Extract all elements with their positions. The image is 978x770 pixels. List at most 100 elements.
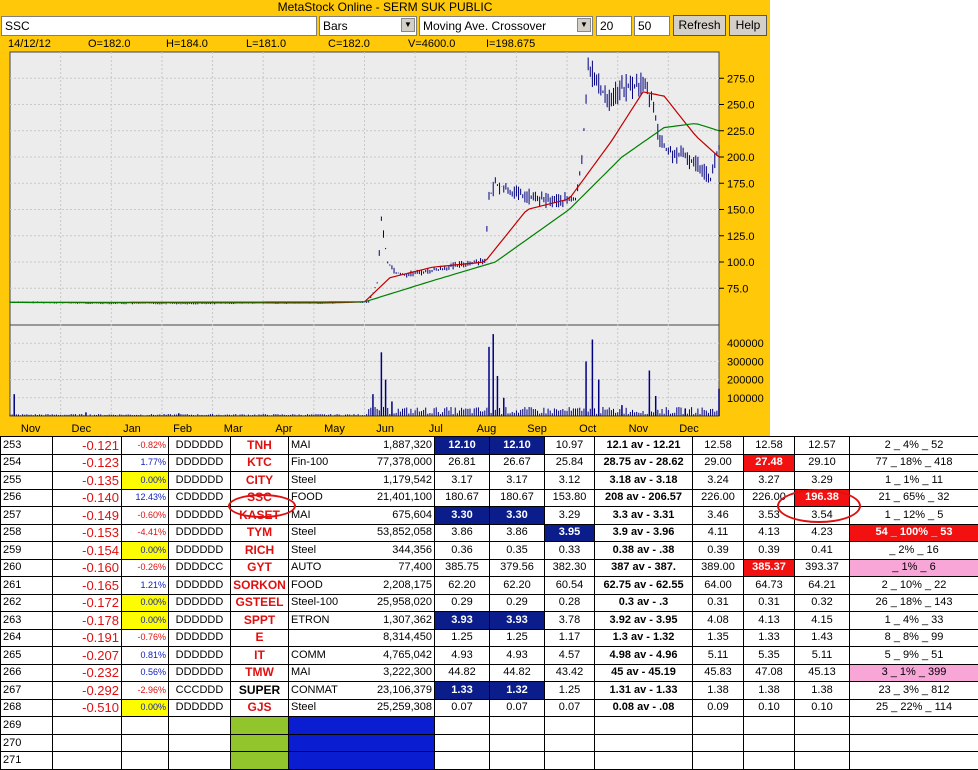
table-row[interactable]: 262 -0.172 0.00% DDDDDD GSTEEL Steel-100 25,95… bbox=[0, 593, 978, 613]
sym-cell[interactable]: SPPT bbox=[230, 611, 289, 630]
table-row[interactable]: 267 -0.292 -2.96% CCCDDD SUPER CONMAT 23,106,3… bbox=[0, 681, 978, 700]
table-row[interactable]: 260 -0.160 -0.26% DDDDCC GYT AUTO 77,400 385.75… bbox=[0, 558, 978, 578]
sym-cell[interactable]: IT bbox=[230, 646, 289, 665]
x1-cell: 64.00 bbox=[692, 576, 744, 595]
sector-volume-cell: MAI 1,887,320 bbox=[288, 436, 435, 455]
x1-cell: 45.83 bbox=[692, 663, 744, 683]
code-cell bbox=[168, 733, 231, 753]
sector-cell: AUTO bbox=[291, 561, 322, 574]
x1-cell: 3.24 bbox=[692, 471, 744, 490]
code-cell: DDDDDD bbox=[168, 646, 231, 665]
price-chart[interactable]: Nov Dec Jan Feb Mar Apr May Jun Jul Aug Sep Oct Nov D… bbox=[0, 0, 770, 436]
sym-cell[interactable]: TNH bbox=[230, 436, 289, 455]
sector-volume-cell: MAI 675,604 bbox=[288, 506, 435, 525]
table-row[interactable]: 266 -0.232 0.56% DDDDDD TMW MAI 3,222,300 44.82… bbox=[0, 663, 978, 683]
p1-cell: 0.29 bbox=[434, 593, 490, 613]
p3-cell: 1.17 bbox=[544, 628, 595, 648]
sym-cell[interactable]: CITY bbox=[230, 471, 289, 490]
sector-volume-cell: Steel 344,356 bbox=[288, 541, 435, 560]
p1-cell: 12.10 bbox=[434, 436, 490, 455]
x1-cell: 0.31 bbox=[692, 593, 744, 613]
sector-cell: FOOD bbox=[291, 491, 323, 504]
sym-cell[interactable]: E bbox=[230, 628, 289, 648]
x3-cell: 45.13 bbox=[794, 663, 850, 683]
sc-cell: -0.207 bbox=[52, 646, 122, 665]
table-row[interactable]: 255 -0.135 0.00% DDDDDD CITY Steel 1,179,542 3.… bbox=[0, 471, 978, 490]
x2-cell bbox=[743, 733, 795, 753]
tail-cell: 2 _ 10% _ 22 bbox=[849, 576, 978, 595]
p1-cell: 62.20 bbox=[434, 576, 490, 595]
n-cell: 254 bbox=[0, 453, 53, 473]
x3-cell: 0.10 bbox=[794, 698, 850, 718]
sector-cell: MAI bbox=[291, 438, 311, 451]
sym-cell[interactable]: GJS bbox=[230, 698, 289, 718]
table-row[interactable]: 259 -0.154 0.00% DDDDDD RICH Steel 344,356 0.36… bbox=[0, 541, 978, 560]
table-row[interactable]: 258 -0.153 -4.41% DDDDDD TYM Steel 53,852,058 3… bbox=[0, 523, 978, 543]
p3-cell bbox=[544, 716, 595, 735]
table-row[interactable]: 263 -0.178 0.00% DDDDDD SPPT ETRON 1,307,362 3.… bbox=[0, 611, 978, 630]
n-cell: 262 bbox=[0, 593, 53, 613]
sym-cell[interactable]: GYT bbox=[230, 558, 289, 578]
volume-cell: 53,852,058 bbox=[376, 526, 432, 539]
sector-volume-cell: MAI 3,222,300 bbox=[288, 663, 435, 683]
x3-cell: 29.10 bbox=[794, 453, 850, 473]
x2-cell: 64.73 bbox=[743, 576, 795, 595]
sector-cell: COMM bbox=[291, 648, 326, 661]
p3-cell: 3.95 bbox=[544, 523, 595, 543]
x3-cell: 3.29 bbox=[794, 471, 850, 490]
p1-cell: 1.25 bbox=[434, 628, 490, 648]
p3-cell: 153.80 bbox=[544, 488, 595, 508]
table-row[interactable]: 264 -0.191 -0.76% DDDDDD E 8,314,450 1.25 1.25 1… bbox=[0, 628, 978, 648]
p3-cell: 382.30 bbox=[544, 558, 595, 578]
p3-cell bbox=[544, 751, 595, 770]
sym-cell[interactable]: SORKON bbox=[230, 576, 289, 595]
month-label: Dec bbox=[72, 423, 92, 435]
p2-cell: 62.20 bbox=[489, 576, 545, 595]
p2-cell: 0.35 bbox=[489, 541, 545, 560]
sector-cell: Steel bbox=[291, 526, 317, 539]
table-row[interactable]: 265 -0.207 0.81% DDDDDD IT COMM 4,765,042 4.93 4… bbox=[0, 646, 978, 665]
p1-cell bbox=[434, 716, 490, 735]
x2-cell: 4.13 bbox=[743, 523, 795, 543]
sect-cell bbox=[288, 751, 435, 770]
n-cell: 270 bbox=[0, 733, 53, 753]
avg-cell bbox=[594, 751, 693, 770]
sym-cell[interactable]: RICH bbox=[230, 541, 289, 560]
pc-cell: 0.00% bbox=[121, 698, 169, 718]
volume-cell: 2,208,175 bbox=[383, 578, 432, 591]
highlight-circle-value bbox=[777, 489, 861, 523]
p3-cell: 4.57 bbox=[544, 646, 595, 665]
tail-cell bbox=[849, 733, 978, 753]
sym-cell[interactable]: TMW bbox=[230, 663, 289, 683]
sym-cell[interactable]: GSTEEL bbox=[230, 593, 289, 613]
x1-cell bbox=[692, 716, 744, 735]
x2-cell: 0.39 bbox=[743, 541, 795, 560]
sc-cell: -0.178 bbox=[52, 611, 122, 630]
pc-cell: -0.26% bbox=[121, 558, 169, 578]
sector-volume-cell: FOOD 2,208,175 bbox=[288, 576, 435, 595]
sym-cell[interactable]: SUPER bbox=[230, 681, 289, 700]
table-row[interactable]: 253 -0.121 -0.82% DDDDDD TNH MAI 1,887,320 12.1… bbox=[0, 436, 978, 455]
price-tick-label: 100.0 bbox=[727, 257, 755, 269]
avg-cell: 3.3 av - 3.31 bbox=[594, 506, 693, 525]
x3-cell: 4.23 bbox=[794, 523, 850, 543]
x2-cell: 1.33 bbox=[743, 628, 795, 648]
table-row[interactable]: 254 -0.123 1.77% DDDDDD KTC Fin-100 77,378,000… bbox=[0, 453, 978, 473]
volume-cell: 3,222,300 bbox=[383, 666, 432, 679]
sc-cell: -0.232 bbox=[52, 663, 122, 683]
x2-cell: 27.48 bbox=[743, 453, 795, 473]
scan-table: 253 -0.121 -0.82% DDDDDD TNH MAI 1,887,320 12.1… bbox=[0, 436, 978, 770]
sym-cell[interactable]: TYM bbox=[230, 523, 289, 543]
tail-cell bbox=[849, 751, 978, 770]
table-row[interactable]: 268 -0.510 0.00% DDDDDD GJS Steel 25,259,308 0.… bbox=[0, 698, 978, 718]
sector-volume-cell: Steel 53,852,058 bbox=[288, 523, 435, 543]
n-cell: 265 bbox=[0, 646, 53, 665]
p3-cell: 25.84 bbox=[544, 453, 595, 473]
volume-tick-label: 100000 bbox=[727, 393, 764, 405]
sym-cell[interactable]: KTC bbox=[230, 453, 289, 473]
table-row[interactable]: 261 -0.165 1.21% DDDDDD SORKON FOOD 2,208,175 6… bbox=[0, 576, 978, 595]
price-tick-label: 175.0 bbox=[727, 178, 755, 190]
avg-cell: 1.31 av - 1.33 bbox=[594, 681, 693, 700]
volume-cell: 344,356 bbox=[392, 543, 432, 556]
x1-cell: 0.09 bbox=[692, 698, 744, 718]
